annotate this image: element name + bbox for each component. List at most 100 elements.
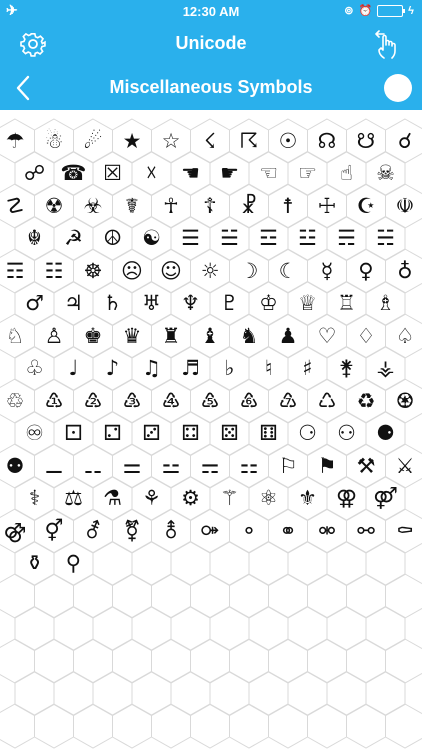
symbol-cell[interactable]: ☋ [346,124,386,158]
symbol-cell[interactable]: ⚏ [229,449,269,483]
symbol-cell[interactable]: ⚌ [112,449,152,483]
symbol-cell[interactable]: ⚒ [346,449,386,483]
symbol-cell[interactable]: ⚖ [54,482,94,516]
symbol-cell[interactable]: ☴ [327,222,367,256]
symbol-cell[interactable]: ♸ [229,384,269,418]
symbol-cell[interactable]: ♔ [249,287,289,321]
symbol-cell[interactable]: ♴ [73,384,113,418]
symbol-cell[interactable]: ♙ [34,319,74,353]
symbol-cell[interactable]: ⚍ [151,449,191,483]
symbol-cell[interactable]: ⚣ [0,514,35,548]
symbol-cell[interactable]: ♧ [15,352,55,386]
symbol-cell[interactable]: ☳ [288,222,328,256]
symbol-cell[interactable]: ⚃ [171,417,211,451]
symbol-cell[interactable]: ⚜ [288,482,328,516]
symbol-cell[interactable]: ♹ [268,384,308,418]
symbol-cell[interactable]: ☯ [132,222,172,256]
symbol-cell[interactable]: ♀ [346,254,386,288]
symbol-cell[interactable]: ☬ [15,222,55,256]
symbol-cell[interactable]: ⚚ [210,482,250,516]
symbol-cell[interactable]: ☤ [112,189,152,223]
symbol-cell[interactable]: ♵ [112,384,152,418]
symbol-cell[interactable]: ♅ [132,287,172,321]
symbol-cell[interactable]: ☽ [229,254,269,288]
symbol-cell[interactable]: ☷ [34,254,74,288]
symbol-cell[interactable]: ☭ [54,222,94,256]
symbol-cell[interactable]: ⚤ [366,482,406,516]
symbol-cell[interactable]: ☠ [366,157,406,191]
symbol-cell[interactable]: ☼ [190,254,230,288]
symbol-cell[interactable]: ☺ [151,254,191,288]
symbol-cell[interactable]: ☩ [307,189,347,223]
symbol-cell[interactable]: ♯ [288,352,328,386]
symbol-cell[interactable]: ⚂ [132,417,172,451]
symbol-cell[interactable]: ☮ [93,222,133,256]
symbol-cell[interactable]: ☪ [346,189,386,223]
symbol-cell[interactable]: ☂ [0,124,35,158]
symbol-cell[interactable]: ♜ [151,319,191,353]
symbol-cell[interactable]: ⚕ [15,482,55,516]
symbol-cell[interactable]: ♘ [0,319,35,353]
symbol-cell[interactable]: ♾ [15,417,55,451]
symbol-cell[interactable]: ☨ [268,189,308,223]
symbol-cell[interactable]: ⚲ [54,547,94,581]
symbol-cell[interactable]: ⚈ [366,417,406,451]
symbol-cell[interactable]: ⚉ [0,449,35,483]
symbol-cell[interactable]: ⚧ [112,514,152,548]
symbol-cell[interactable]: ♪ [93,352,133,386]
symbol-cell[interactable]: ⚩ [190,514,230,548]
symbol-cell[interactable]: ☝ [327,157,367,191]
symbol-cell[interactable]: ⚮ [307,514,347,548]
symbol-cell[interactable]: ♂ [15,287,55,321]
symbol-cell[interactable]: ☦ [190,189,230,223]
symbol-cell[interactable]: ☧ [229,189,269,223]
symbol-cell[interactable]: ⚅ [249,417,289,451]
tap-hand-icon[interactable] [372,28,404,60]
symbol-cell[interactable]: ☥ [151,189,191,223]
symbol-cell[interactable]: ♕ [288,287,328,321]
symbol-cell[interactable]: ☣ [73,189,113,223]
symbol-cell[interactable]: ♫ [132,352,172,386]
symbol-cell[interactable]: ♬ [171,352,211,386]
symbol-cell[interactable]: ♡ [307,319,347,353]
toggle-button[interactable] [384,74,412,102]
symbol-cell[interactable]: ⚇ [327,417,367,451]
symbol-cell[interactable]: ⚋ [73,449,113,483]
symbol-cell[interactable]: ☢ [34,189,74,223]
symbol-cell[interactable]: ☓ [132,157,172,191]
symbol-cell[interactable]: ♻ [346,384,386,418]
symbol-cell[interactable]: ⚭ [268,514,308,548]
symbol-cell[interactable]: ♷ [190,384,230,418]
symbol-cell[interactable]: ☛ [210,157,250,191]
symbol-cell[interactable]: ♝ [190,319,230,353]
symbol-cell[interactable]: ⚵ [327,352,367,386]
symbol-cell[interactable]: ♟ [268,319,308,353]
symbol-cell[interactable]: ☶ [0,254,35,288]
symbol-cell[interactable]: ☃ [34,124,74,158]
symbol-cell[interactable]: ☊ [307,124,347,158]
symbol-cell[interactable]: ♗ [366,287,406,321]
symbol-cell[interactable]: ♳ [34,384,74,418]
symbol-cell[interactable]: ♞ [229,319,269,353]
symbol-cell[interactable]: ♶ [151,384,191,418]
symbol-cell[interactable]: ⚀ [54,417,94,451]
symbol-cell[interactable]: ♚ [73,319,113,353]
symbol-cell[interactable]: ♖ [327,287,367,321]
symbol-cell[interactable]: ⚄ [210,417,250,451]
symbol-cell[interactable]: ⚛ [249,482,289,516]
symbol-cell[interactable]: ☄ [73,124,113,158]
symbol-cell[interactable]: ⚱ [15,547,55,581]
symbol-cell[interactable]: ♩ [54,352,94,386]
symbol-cell[interactable]: ☞ [288,157,328,191]
symbol-cell[interactable]: ♁ [385,254,422,288]
symbol-cell[interactable]: ♭ [210,352,250,386]
symbol-cell[interactable]: ☱ [210,222,250,256]
symbol-cell[interactable]: ☡ [0,189,35,223]
symbol-cell[interactable]: ⚆ [288,417,328,451]
symbol-cell[interactable]: ♃ [54,287,94,321]
symbol-cell[interactable]: ☹ [112,254,152,288]
symbol-cell[interactable]: ⚥ [34,514,74,548]
symbol-cell[interactable]: ♮ [249,352,289,386]
symbol-cell[interactable]: ♼ [385,384,422,418]
symbol-cell[interactable]: ☲ [249,222,289,256]
